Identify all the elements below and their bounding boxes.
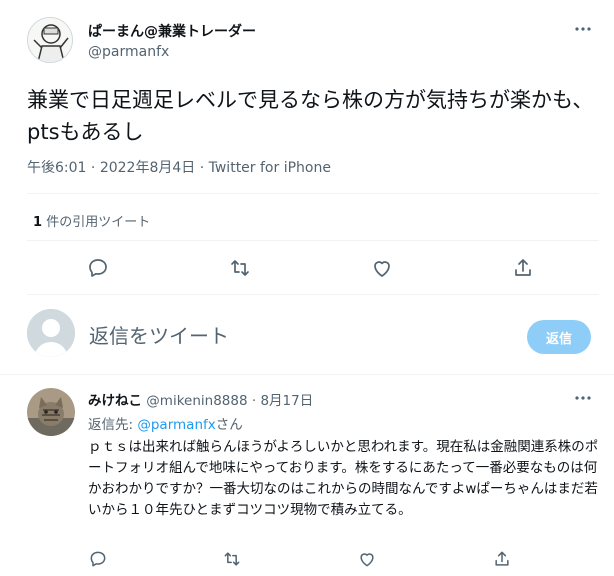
reply-date[interactable]: 8月17日 [260, 393, 313, 409]
reply-input[interactable]: 返信をツイート [89, 320, 229, 349]
like-icon[interactable] [370, 256, 394, 280]
replying-to-handle[interactable]: @parmanfx [137, 417, 215, 433]
reply-author-avatar[interactable] [27, 388, 75, 436]
more-icon[interactable] [573, 388, 593, 412]
author-handle[interactable]: @parmanfx [88, 44, 169, 60]
reply-icon[interactable] [86, 256, 110, 280]
tweet-client[interactable]: Twitter for iPhone [209, 160, 331, 176]
replying-to: 返信先: @parmanfxさん [88, 413, 243, 433]
replying-to-suffix: さん [215, 417, 243, 433]
divider [27, 294, 599, 295]
share-icon[interactable] [511, 256, 535, 280]
tweet-meta: 午後6:01 · 2022年8月4日 · Twitter for iPhone [27, 157, 331, 177]
more-icon[interactable] [573, 19, 593, 43]
reply-header: みけねこ @mikenin8888 · 8月17日 [88, 389, 313, 409]
reply-author-handle[interactable]: @mikenin8888 [146, 393, 247, 409]
tweet-text: 兼業で日足週足レベルで見るなら株の方が気持ちが楽かも、ptsもあるし [27, 88, 594, 144]
quote-count: 1 [33, 215, 43, 230]
tweet-date[interactable]: 2022年8月4日 [100, 160, 195, 176]
meta-separator: · [251, 393, 257, 409]
like-icon[interactable] [357, 549, 381, 573]
reply-button[interactable]: 返信 [527, 320, 591, 354]
reply-author-name[interactable]: みけねこ [88, 393, 142, 409]
divider [27, 193, 599, 194]
reply-icon[interactable] [88, 549, 112, 573]
share-icon[interactable] [492, 549, 516, 573]
tweet-time[interactable]: 午後6:01 [27, 160, 86, 176]
meta-separator: · [90, 160, 100, 176]
quote-tweets-link[interactable]: 1 件の引用ツイート [33, 211, 150, 230]
reply-text: ｐｔｓは出来れば触らんほうがよろしいかと思われます。現在私は金融関連系株のポート… [88, 439, 599, 518]
quote-label: 件の引用ツイート [46, 215, 151, 230]
author-avatar[interactable] [27, 17, 73, 63]
meta-separator: · [199, 160, 209, 176]
author-display-name[interactable]: ぱーまん@兼業トレーダー [88, 21, 256, 41]
divider [27, 240, 599, 241]
divider [0, 374, 614, 375]
retweet-icon[interactable] [228, 256, 252, 280]
retweet-icon[interactable] [222, 549, 246, 573]
replying-to-prefix: 返信先: [88, 417, 134, 433]
current-user-avatar[interactable] [27, 309, 75, 357]
